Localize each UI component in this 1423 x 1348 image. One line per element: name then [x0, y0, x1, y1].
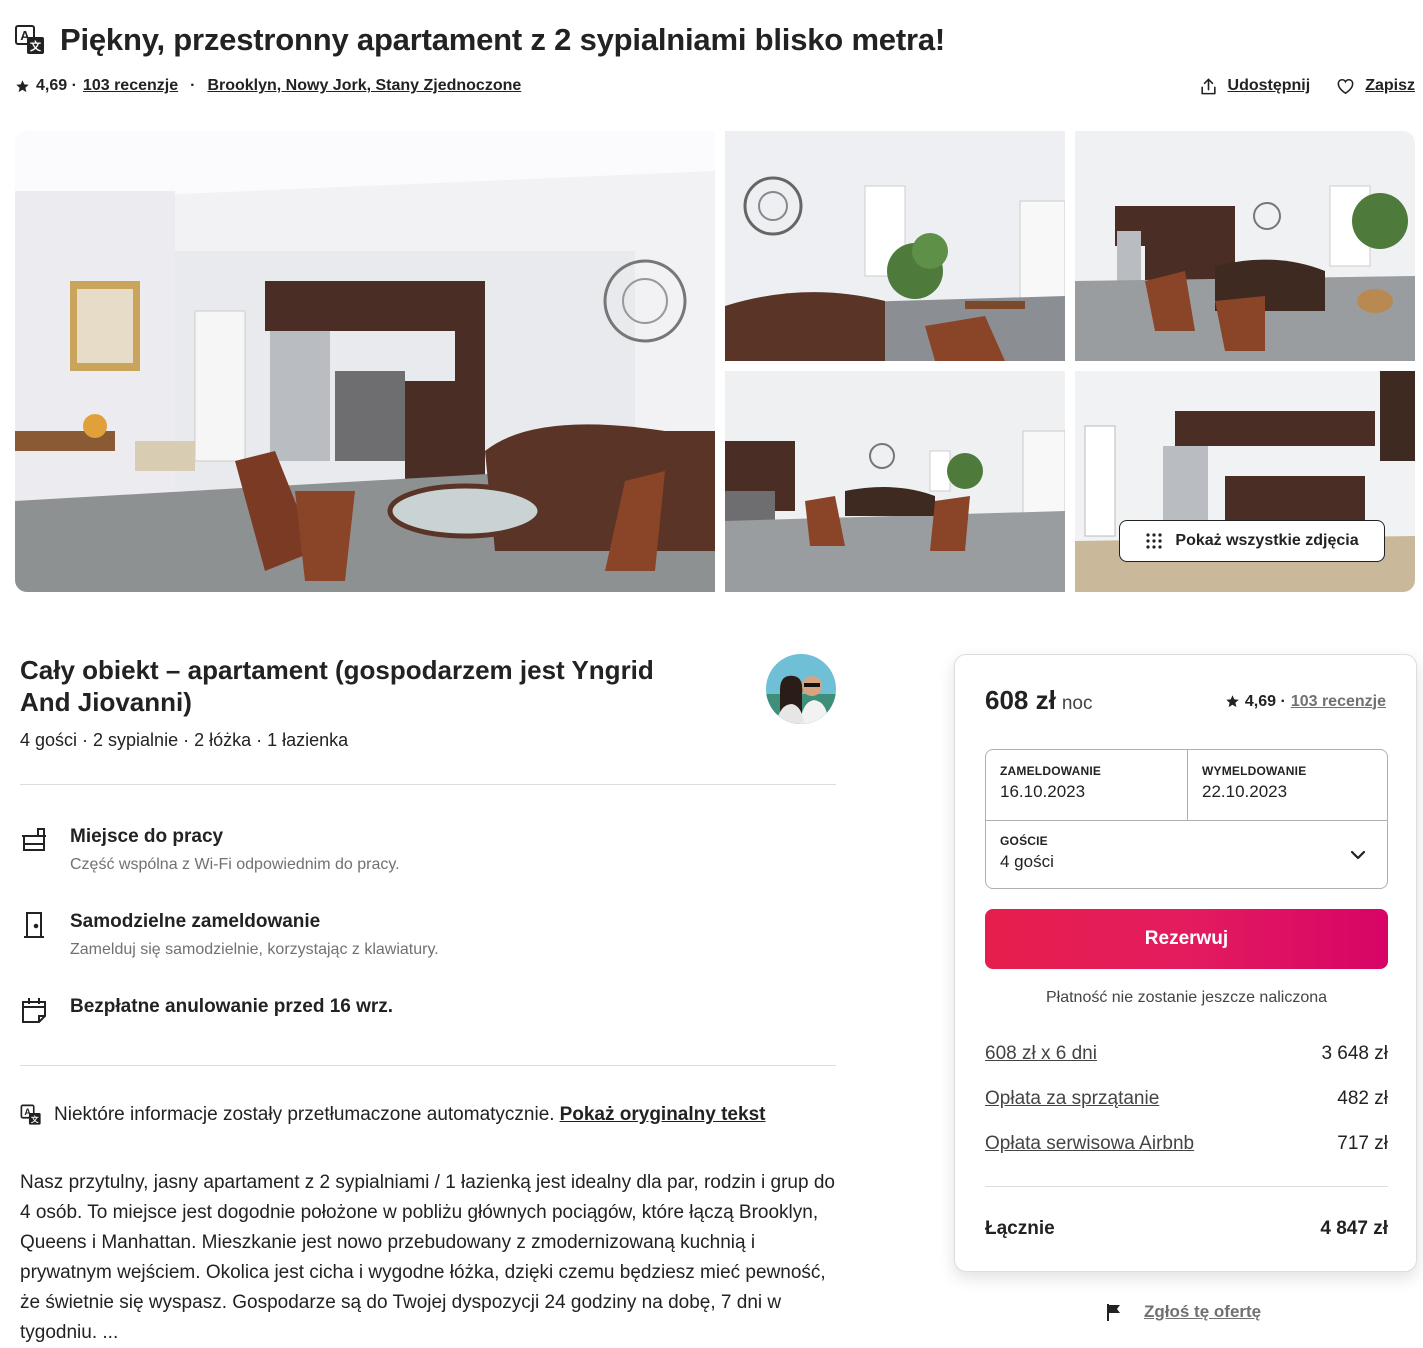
show-original-link[interactable]: Pokaż oryginalny tekst — [560, 1104, 766, 1126]
rating-value: 4,69 · — [36, 77, 77, 94]
fee-row-service: Opłata serwisowa Airbnb 717 zł — [985, 1133, 1388, 1155]
feature-free-cancellation: Bezpłatne anulowanie przed 16 wrz. — [20, 996, 836, 1024]
nightly-price: 608 zł — [985, 685, 1056, 715]
door-icon — [24, 912, 44, 938]
guests-label: GOŚCIE — [1000, 834, 1048, 848]
date-guest-picker: ZAMELDOWANIE 16.10.2023 WYMELDOWANIE 22.… — [985, 749, 1388, 889]
photo-3[interactable] — [1075, 131, 1415, 361]
total-value: 4 847 zł — [1320, 1218, 1388, 1239]
grid-dots-icon — [1146, 533, 1162, 549]
report-listing-link[interactable]: Zgłoś tę ofertę — [1104, 1302, 1261, 1322]
chevron-down-icon[interactable] — [1349, 846, 1367, 864]
photo-2[interactable] — [725, 131, 1065, 361]
flag-icon — [1107, 1304, 1120, 1321]
photo-4[interactable] — [725, 371, 1065, 592]
location-link[interactable]: Brooklyn, Nowy Jork, Stany Zjednoczone — [207, 77, 521, 95]
fee-value: 3 648 zł — [1321, 1043, 1388, 1064]
share-label: Udostępnij — [1227, 77, 1311, 94]
svg-text:文: 文 — [30, 39, 42, 53]
listing-description: Nasz przytulny, jasny apartament z 2 syp… — [20, 1172, 835, 1343]
divider — [20, 784, 836, 785]
fee-value: 717 zł — [1337, 1133, 1388, 1154]
checkin-field[interactable]: ZAMELDOWANIE 16.10.2023 — [1000, 764, 1180, 802]
photo-gallery: Pokaż wszystkie zdjęcia — [15, 131, 1415, 592]
feature-workspace: Miejsce do pracy Część wspólna z Wi-Fi o… — [20, 826, 836, 874]
title-row: A 文 Piękny, przestronny apartament z 2 s… — [14, 22, 945, 58]
listing-summary: Cały obiekt – apartament (gospodarzem je… — [20, 654, 710, 751]
fee-value: 482 zł — [1337, 1088, 1388, 1109]
price-unit: noc — [1061, 693, 1093, 714]
picker-divider — [1187, 750, 1188, 820]
card-reviews-link[interactable]: 103 recenzje — [1291, 693, 1386, 711]
feature-title: Miejsce do pracy — [70, 826, 224, 847]
checkout-label: WYMELDOWANIE — [1202, 764, 1307, 778]
translate-icon: A 文 — [20, 1104, 41, 1125]
heart-icon — [1337, 78, 1354, 94]
listing-meta-row: 4,69 · 103 recenzje · Brooklyn, Nowy Jor… — [15, 74, 1415, 98]
listing-title: Cały obiekt – apartament (gospodarzem je… — [20, 655, 654, 717]
checkin-value: 16.10.2023 — [1000, 782, 1086, 801]
feature-title: Bezpłatne anulowanie przed 16 wrz. — [70, 996, 394, 1017]
fee-row-cleaning: Opłata za sprzątanie 482 zł — [985, 1088, 1388, 1110]
svg-text:文: 文 — [31, 1114, 39, 1124]
translate-icon: A 文 — [15, 25, 44, 54]
booking-card: 608 zł noc 4,69 · 103 recenzje ZAMELDOWA… — [954, 654, 1417, 1272]
star-icon — [16, 79, 29, 92]
fee-label[interactable]: Opłata serwisowa Airbnb — [985, 1133, 1194, 1155]
total-row: Łącznie 4 847 zł — [985, 1218, 1388, 1240]
picker-divider — [986, 820, 1387, 821]
translation-text: Niektóre informacje zostały przetłumaczo… — [54, 1104, 555, 1125]
star-icon — [1226, 695, 1239, 708]
share-button[interactable]: Udostępnij — [1199, 77, 1311, 96]
checkout-value: 22.10.2023 — [1202, 782, 1288, 801]
price-row: 608 zł noc 4,69 · 103 recenzje — [985, 685, 1386, 716]
divider — [20, 1065, 836, 1066]
calendar-icon — [22, 998, 46, 1023]
save-label: Zapisz — [1365, 77, 1415, 94]
card-divider — [985, 1186, 1388, 1187]
guests-field[interactable]: GOŚCIE 4 gości — [1000, 834, 1370, 872]
card-rating-value: 4,69 · — [1244, 692, 1286, 710]
workspace-icon — [22, 828, 46, 851]
report-label: Zgłoś tę ofertę — [1144, 1302, 1262, 1321]
reserve-button[interactable]: Rezerwuj — [985, 909, 1388, 969]
fee-label[interactable]: Opłata za sprzątanie — [985, 1088, 1159, 1110]
feature-description: Zamelduj się samodzielnie, korzystając z… — [70, 941, 439, 958]
page-title: Piękny, przestronny apartament z 2 sypia… — [60, 22, 946, 57]
photo-main[interactable] — [15, 131, 715, 592]
checkin-label: ZAMELDOWANIE — [1000, 764, 1102, 778]
reviews-link[interactable]: 103 recenzje — [83, 77, 178, 95]
feature-description: Część wspólna z Wi-Fi odpowiednim do pra… — [70, 856, 400, 873]
card-rating: 4,69 · 103 recenzje — [1225, 693, 1386, 711]
fee-label[interactable]: 608 zł x 6 dni — [985, 1043, 1097, 1065]
feature-self-checkin: Samodzielne zameldowanie Zamelduj się sa… — [20, 911, 836, 959]
meta-separator: · — [190, 77, 196, 94]
fee-row-nights: 608 zł x 6 dni 3 648 zł — [985, 1043, 1388, 1065]
show-all-photos-button[interactable]: Pokaż wszystkie zdjęcia — [1119, 520, 1385, 562]
host-avatar[interactable] — [766, 654, 836, 724]
translation-notice: A 文 Niektóre informacje zostały przetłum… — [20, 1104, 765, 1126]
show-all-label: Pokaż wszystkie zdjęcia — [1175, 532, 1359, 549]
checkout-field[interactable]: WYMELDOWANIE 22.10.2023 — [1202, 764, 1382, 802]
save-button[interactable]: Zapisz — [1336, 77, 1415, 96]
feature-title: Samodzielne zameldowanie — [70, 911, 321, 932]
guests-value: 4 gości — [1000, 852, 1054, 871]
total-label: Łącznie — [985, 1218, 1055, 1239]
payment-note: Płatność nie zostanie jeszcze naliczona — [1045, 989, 1328, 1006]
listing-capacity: 4 gości · 2 sypialnie · 2 łóżka · 1 łazi… — [20, 730, 349, 750]
share-icon — [1200, 78, 1216, 94]
